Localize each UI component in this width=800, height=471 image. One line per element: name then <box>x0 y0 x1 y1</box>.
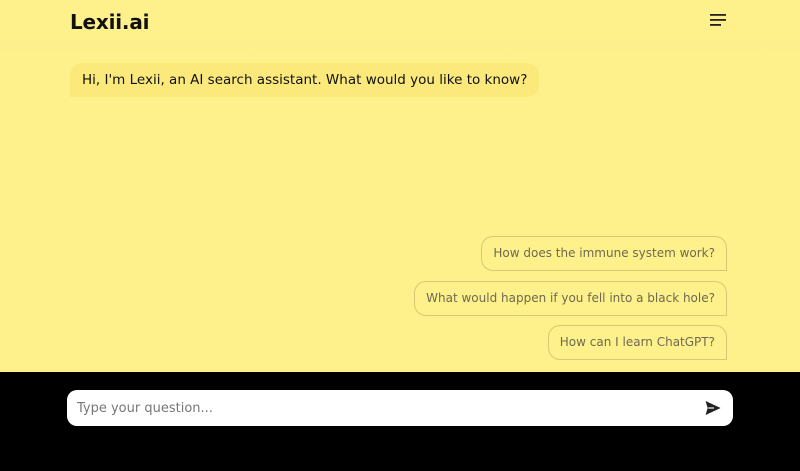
send-button[interactable] <box>705 400 721 416</box>
brand-logo[interactable]: Lexii.ai <box>70 10 149 34</box>
suggestion-label: How can I learn ChatGPT? <box>559 335 715 349</box>
suggestion-label: What would happen if you fell into a bla… <box>426 291 715 305</box>
header: Lexii.ai <box>0 0 800 44</box>
question-composer <box>67 390 733 426</box>
suggestion-chip[interactable]: How does the immune system work? <box>481 236 727 271</box>
menu-button[interactable] <box>710 14 728 28</box>
suggestion-chip[interactable]: What would happen if you fell into a bla… <box>414 281 727 316</box>
page: Lexii.ai Hi, I'm Lexii, an AI search ass… <box>0 0 800 471</box>
suggestion-label: How does the immune system work? <box>493 246 715 260</box>
send-icon <box>705 400 721 416</box>
assistant-greeting-message: Hi, I'm Lexii, an AI search assistant. W… <box>70 63 540 97</box>
question-input[interactable] <box>77 390 687 426</box>
suggestion-chip[interactable]: How can I learn ChatGPT? <box>547 325 727 360</box>
header-shadow <box>0 40 800 56</box>
hamburger-menu-icon <box>710 14 728 26</box>
